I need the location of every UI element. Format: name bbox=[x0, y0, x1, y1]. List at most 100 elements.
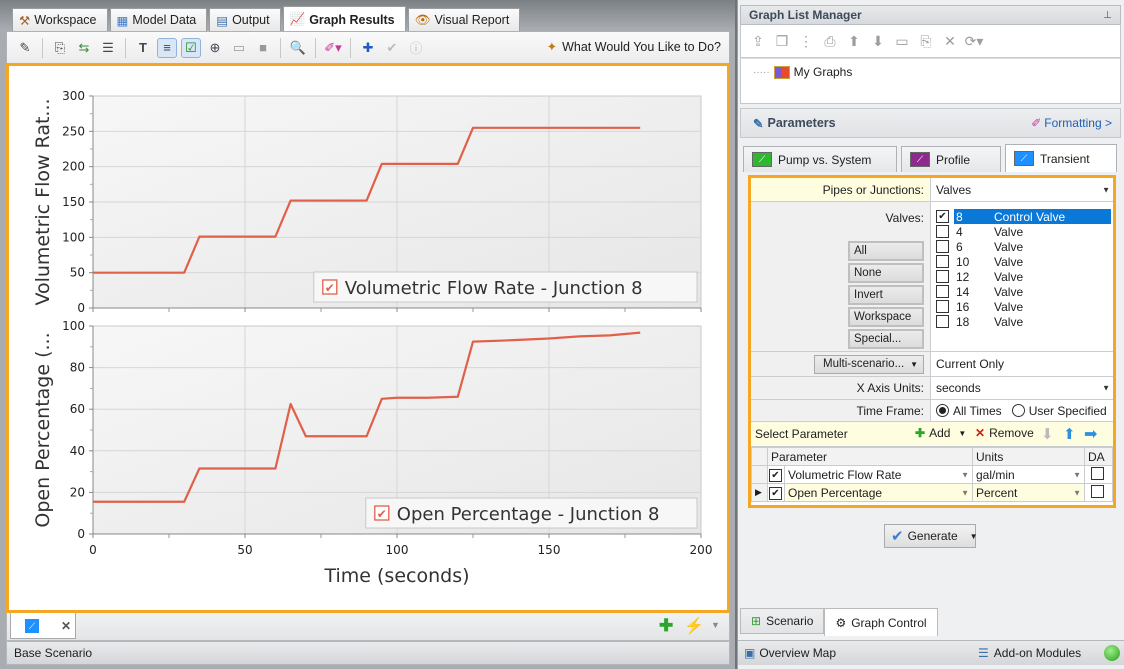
export-icon[interactable]: ⇆ bbox=[75, 39, 93, 57]
move-up-icon[interactable]: ⬆ bbox=[843, 31, 865, 51]
crosshair-icon[interactable]: ⊕ bbox=[206, 39, 224, 57]
units-select[interactable]: gal/min ▼ bbox=[972, 465, 1085, 484]
tree-item-my-graphs[interactable]: ····· My Graphs bbox=[753, 65, 852, 79]
parameter-select[interactable]: Open Percentage ▼ bbox=[784, 483, 973, 502]
select-workspace-button[interactable]: Workspace bbox=[848, 307, 924, 327]
checkbox-empty-icon[interactable] bbox=[936, 225, 949, 238]
tab-pump-vs-system[interactable]: ⟋ Pump vs. System bbox=[743, 146, 897, 172]
parameter-select[interactable]: Volumetric Flow Rate ▼ bbox=[784, 465, 973, 484]
tab-graph-results[interactable]: 📈 Graph Results bbox=[282, 6, 406, 32]
chevron-down-icon: ▼ bbox=[1102, 383, 1110, 393]
valve-list-item[interactable]: 12 Valve bbox=[933, 269, 1111, 284]
table-header-row: Parameter Units DA bbox=[751, 447, 1113, 466]
tab-scenario[interactable]: ⊞ Scenario bbox=[740, 608, 825, 634]
x-axis-label: Time (seconds) bbox=[323, 565, 469, 587]
open-graph-icon[interactable]: ⇪ bbox=[747, 31, 769, 51]
delete-icon[interactable]: ✕ bbox=[939, 31, 961, 51]
move-down-icon[interactable]: ⬇ bbox=[1041, 425, 1054, 443]
select-all-button[interactable]: All bbox=[848, 241, 924, 261]
pipes-or-junctions-select[interactable]: Valves ▼ bbox=[931, 178, 1113, 201]
row-checkbox[interactable]: ✔ bbox=[767, 465, 785, 484]
tab-transient[interactable]: ⟋ Transient bbox=[1005, 144, 1117, 172]
x-axis-units-select[interactable]: seconds ▼ bbox=[931, 377, 1113, 399]
multi-scenario-button[interactable]: Multi-scenario... ▼ bbox=[814, 354, 924, 374]
valve-list-item[interactable]: 4 Valve bbox=[933, 224, 1111, 239]
copy-icon[interactable]: ⎘ bbox=[51, 39, 69, 57]
lightning-icon[interactable]: ⚡ bbox=[684, 616, 704, 636]
toolbar-separator bbox=[315, 37, 316, 58]
move-right-icon[interactable]: ➡ bbox=[1084, 424, 1097, 444]
addon-modules-button[interactable]: ☰ Add-on Modules bbox=[978, 646, 1081, 660]
chart-1: 0 50 100 150 200 250 300 Volumetric Flow Rat...… bbox=[32, 89, 702, 315]
copy-icon[interactable]: ⎘ bbox=[915, 31, 937, 51]
hierarchy-icon[interactable]: ⋮ bbox=[795, 31, 817, 51]
disabled-check-icon[interactable]: ✔ bbox=[383, 39, 401, 57]
invert-selection-button[interactable]: Invert bbox=[848, 285, 924, 305]
move-down-icon[interactable]: ⬇ bbox=[867, 31, 889, 51]
pin-icon[interactable]: ⊥ bbox=[1103, 10, 1112, 21]
graph-results-window: ⚒ Workspace ▦ Model Data ▤ Output 📈 Graph Re… bbox=[0, 0, 735, 669]
da-checkbox[interactable] bbox=[1084, 465, 1113, 484]
checkbox-empty-icon[interactable] bbox=[936, 270, 949, 283]
graph-tab[interactable]: ⟋ ✕ bbox=[10, 613, 76, 639]
what-would-you-like-button[interactable]: ✦ What Would You Like to Do? bbox=[547, 39, 721, 55]
remove-parameter-button[interactable]: ✕ Remove bbox=[975, 426, 1034, 440]
radio-all-times[interactable]: All Times bbox=[936, 404, 1002, 418]
valve-list-item[interactable]: 16 Valve bbox=[933, 299, 1111, 314]
rename-icon[interactable]: ▭ bbox=[891, 31, 913, 51]
stop-icon[interactable]: ■ bbox=[254, 39, 272, 57]
da-checkbox[interactable] bbox=[1084, 483, 1113, 502]
formatting-link[interactable]: ✐ Formatting > bbox=[1031, 116, 1112, 130]
add-parameter-button[interactable]: ✚ Add ▼ bbox=[915, 426, 966, 440]
checkbox-empty-icon[interactable] bbox=[936, 285, 949, 298]
checkbox-empty-icon[interactable] bbox=[936, 240, 949, 253]
radio-user-specified[interactable]: User Specified bbox=[1011, 404, 1107, 418]
row-checkbox[interactable]: ✔ bbox=[767, 483, 785, 502]
zoom-icon[interactable]: 🔍 bbox=[289, 39, 307, 57]
special-select-button[interactable]: Special... bbox=[848, 329, 924, 349]
data-table-icon[interactable]: ☰ bbox=[99, 39, 117, 57]
valve-list-item[interactable]: 10 Valve bbox=[933, 254, 1111, 269]
y-axis-label: Volumetric Flow Rat... bbox=[32, 98, 54, 305]
tab-visual-report[interactable]: 👁 Visual Report bbox=[407, 8, 521, 31]
checkbox-empty-icon[interactable] bbox=[936, 315, 949, 328]
tab-graph-control[interactable]: ⚙ Graph Control bbox=[824, 608, 938, 636]
table-icon: ▤ bbox=[216, 13, 229, 28]
checkbox-checked-icon[interactable]: ✔ bbox=[936, 210, 949, 223]
disabled-info-icon[interactable]: ⓘ bbox=[407, 39, 425, 57]
tab-workspace[interactable]: ⚒ Workspace bbox=[12, 8, 108, 31]
units-select[interactable]: Percent ▼ bbox=[972, 483, 1085, 502]
add-graph-icon[interactable]: ✚ bbox=[659, 616, 673, 636]
right-status-bar: ▣ Overview Map ☰ Add-on Modules bbox=[738, 640, 1124, 665]
tab-menu-arrow-icon[interactable]: ▼ bbox=[711, 620, 720, 630]
stack-icon[interactable]: ❐ bbox=[771, 31, 793, 51]
valve-list-item[interactable]: 14 Valve bbox=[933, 284, 1111, 299]
formatting-dropdown-icon[interactable]: ✐▾ bbox=[324, 39, 342, 57]
tab-model-data[interactable]: ▦ Model Data bbox=[109, 8, 208, 31]
radio-empty-icon bbox=[1011, 404, 1025, 417]
close-tab-icon[interactable]: ✕ bbox=[61, 619, 71, 633]
graph-list-toolbar: ⇪ ❐ ⋮ ⎙ ⬆ ⬇ ▭ ⎘ ✕ ⟳▾ bbox=[740, 25, 1121, 58]
checkbox-empty-icon[interactable] bbox=[936, 300, 949, 313]
scroll-icon[interactable]: ▭ bbox=[230, 39, 248, 57]
valve-type: Valve bbox=[994, 314, 1024, 329]
legend-icon[interactable]: ≡ bbox=[157, 37, 177, 58]
select-none-button[interactable]: None bbox=[848, 263, 924, 283]
valve-list-item[interactable]: 18 Valve bbox=[933, 314, 1111, 329]
print-icon[interactable]: ⎙ bbox=[819, 31, 841, 51]
generate-button[interactable]: ✔ Generate ▼ bbox=[884, 524, 978, 548]
add-to-list-icon[interactable]: ✚ bbox=[359, 39, 377, 57]
legend-label: Open Percentage - Junction 8 bbox=[397, 504, 660, 525]
valve-list-item[interactable]: 6 Valve bbox=[933, 239, 1111, 254]
refresh-dropdown-icon[interactable]: ⟳▾ bbox=[963, 31, 985, 51]
overview-map-button[interactable]: ▣ Overview Map bbox=[744, 646, 836, 660]
tab-output[interactable]: ▤ Output bbox=[209, 8, 281, 31]
checkbox-toggle-icon[interactable]: ☑ bbox=[181, 37, 201, 58]
y-tick-label: 0 bbox=[77, 527, 85, 541]
valve-list-item[interactable]: ✔ 8 Control Valve bbox=[933, 209, 1111, 224]
move-up-icon[interactable]: ⬆ bbox=[1063, 425, 1076, 443]
tab-profile[interactable]: ⟋ Profile bbox=[901, 146, 1001, 172]
add-text-icon[interactable]: T bbox=[134, 39, 152, 57]
edit-graph-icon[interactable]: ✎ bbox=[16, 39, 34, 57]
checkbox-empty-icon[interactable] bbox=[936, 255, 949, 268]
